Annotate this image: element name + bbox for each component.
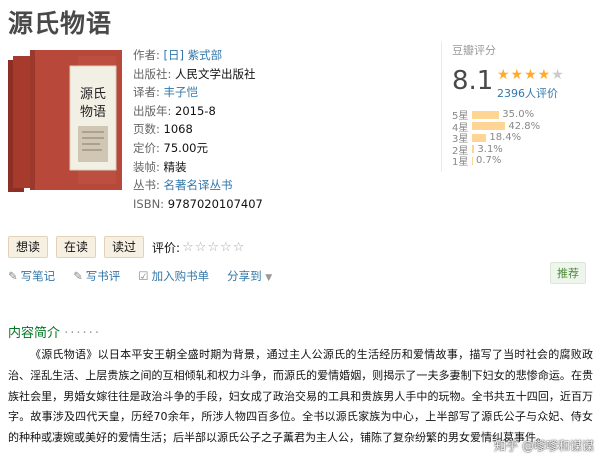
write-review-link[interactable]: ✎ 写书评 (73, 268, 120, 284)
book-title: 源氏物语 (8, 9, 113, 38)
dist-row-1: 1星 0.7% (452, 155, 540, 169)
info-year-key: 出版年: (133, 103, 172, 118)
info-author-key: 作者: (133, 48, 160, 62)
intro-heading: 内容简介 ······ (8, 322, 101, 341)
dist-bar (472, 156, 473, 165)
write-note-label: 写笔记 (20, 269, 56, 283)
add-cart-label: 加入购书单 (151, 269, 210, 283)
reading-status-bar: 想读 在读 读过 评价: ☆☆☆☆☆ (8, 236, 245, 258)
info-series: 丛书: 名著名译丛书 (133, 176, 263, 195)
price-value: 75.00元 (163, 140, 208, 155)
dist-star-label: 1星 (452, 157, 469, 169)
rating-distribution: 5星 35.0% 4星 42.8% 3星 18.4% 2星 3.1% 1星 0.… (452, 109, 541, 169)
info-isbn: ISBN: 9787020107407 (133, 195, 263, 214)
year-value: 2015-8 (175, 103, 216, 118)
dist-bar (472, 133, 487, 142)
info-pages: 页数: 1068 (133, 120, 263, 139)
info-binding: 装帧: 精装 (133, 158, 263, 177)
info-translator-key: 译者: (133, 85, 160, 100)
cover-title-1: 源氏 (80, 87, 106, 102)
isbn-value: 9787020107407 (167, 196, 263, 211)
share-dropdown[interactable]: 分享到 ▼ (227, 268, 272, 284)
action-links: ✎ 写笔记 ✎ 写书评 ☑ 加入购书单 分享到 ▼ (8, 268, 290, 284)
watermark: 知乎 @嗲嗲和谋谋 (494, 439, 594, 453)
author-link[interactable]: [日] 紫式部 (164, 48, 223, 62)
rating-score: 8.1 (452, 66, 494, 96)
info-series-key: 丛书: (133, 178, 160, 193)
write-note-link[interactable]: ✎ 写笔记 (8, 268, 55, 284)
pages-value: 1068 (163, 122, 193, 137)
info-price: 定价: 75.00元 (133, 139, 263, 158)
series-link[interactable]: 名著名译丛书 (164, 178, 233, 192)
dist-percent: 0.7% (476, 155, 502, 167)
info-price-key: 定价: (133, 140, 160, 155)
info-binding-key: 装帧: (133, 159, 160, 174)
rating-stars-icon: ★★★★★ (497, 67, 565, 83)
read-button[interactable]: 读过 (104, 236, 145, 258)
info-year: 出版年: 2015-8 (133, 102, 263, 121)
info-author: 作者: [日] 紫式部 (133, 46, 263, 65)
rate-stars-input[interactable]: ☆☆☆☆☆ (182, 240, 245, 255)
binding-value: 精装 (163, 159, 187, 174)
intro-heading-dots: ······ (64, 326, 101, 341)
chevron-down-icon: ▼ (265, 273, 273, 283)
book-cover-image[interactable]: 源氏 物语 (8, 46, 128, 192)
reading-button[interactable]: 在读 (56, 236, 97, 258)
share-label: 分享到 (227, 269, 262, 283)
cover-title-2: 物语 (80, 105, 106, 120)
info-publisher: 出版社: 人民文学出版社 (133, 65, 263, 84)
write-review-label: 写书评 (85, 269, 121, 283)
info-isbn-key: ISBN: (133, 196, 165, 211)
translator-link[interactable]: 丰子恺 (164, 85, 199, 99)
dist-percent: 18.4% (489, 132, 522, 144)
dist-bar (472, 122, 506, 131)
cart-icon: ☑ (138, 269, 149, 283)
info-publisher-key: 出版社: (133, 66, 172, 81)
pencil-icon: ✎ (8, 269, 18, 283)
info-translator: 译者: 丰子恺 (133, 83, 263, 102)
dist-percent: 35.0% (502, 109, 535, 121)
intro-text: 《源氏物语》以日本平安王朝全盛时期为背景，通过主人公源氏的生活经历和爱情故事，描… (8, 348, 593, 445)
dist-percent: 42.8% (508, 120, 541, 132)
rating-label: 豆瓣评分 (452, 44, 496, 57)
want-read-button[interactable]: 想读 (8, 236, 49, 258)
intro-heading-text: 内容简介 (8, 326, 61, 341)
rate-label: 评价: (152, 240, 181, 255)
book-info: 作者: [日] 紫式部 出版社: 人民文学出版社 译者: 丰子恺 出版年: 20… (133, 46, 263, 213)
info-pages-key: 页数: (133, 122, 160, 137)
pencil-icon: ✎ (73, 269, 83, 283)
dist-bar (472, 145, 475, 154)
dist-percent: 3.1% (477, 143, 503, 155)
publisher-value: 人民文学出版社 (175, 66, 256, 81)
dist-bar (472, 110, 500, 119)
rating-count-link[interactable]: 2396人评价 (497, 85, 558, 101)
add-cart-link[interactable]: ☑ 加入购书单 (138, 268, 209, 284)
rating-panel: 豆瓣评分 8.1 ★★★★★ 2396人评价 5星 35.0% 4星 42.8%… (441, 42, 600, 172)
recommend-button[interactable]: 推荐 (550, 262, 586, 284)
